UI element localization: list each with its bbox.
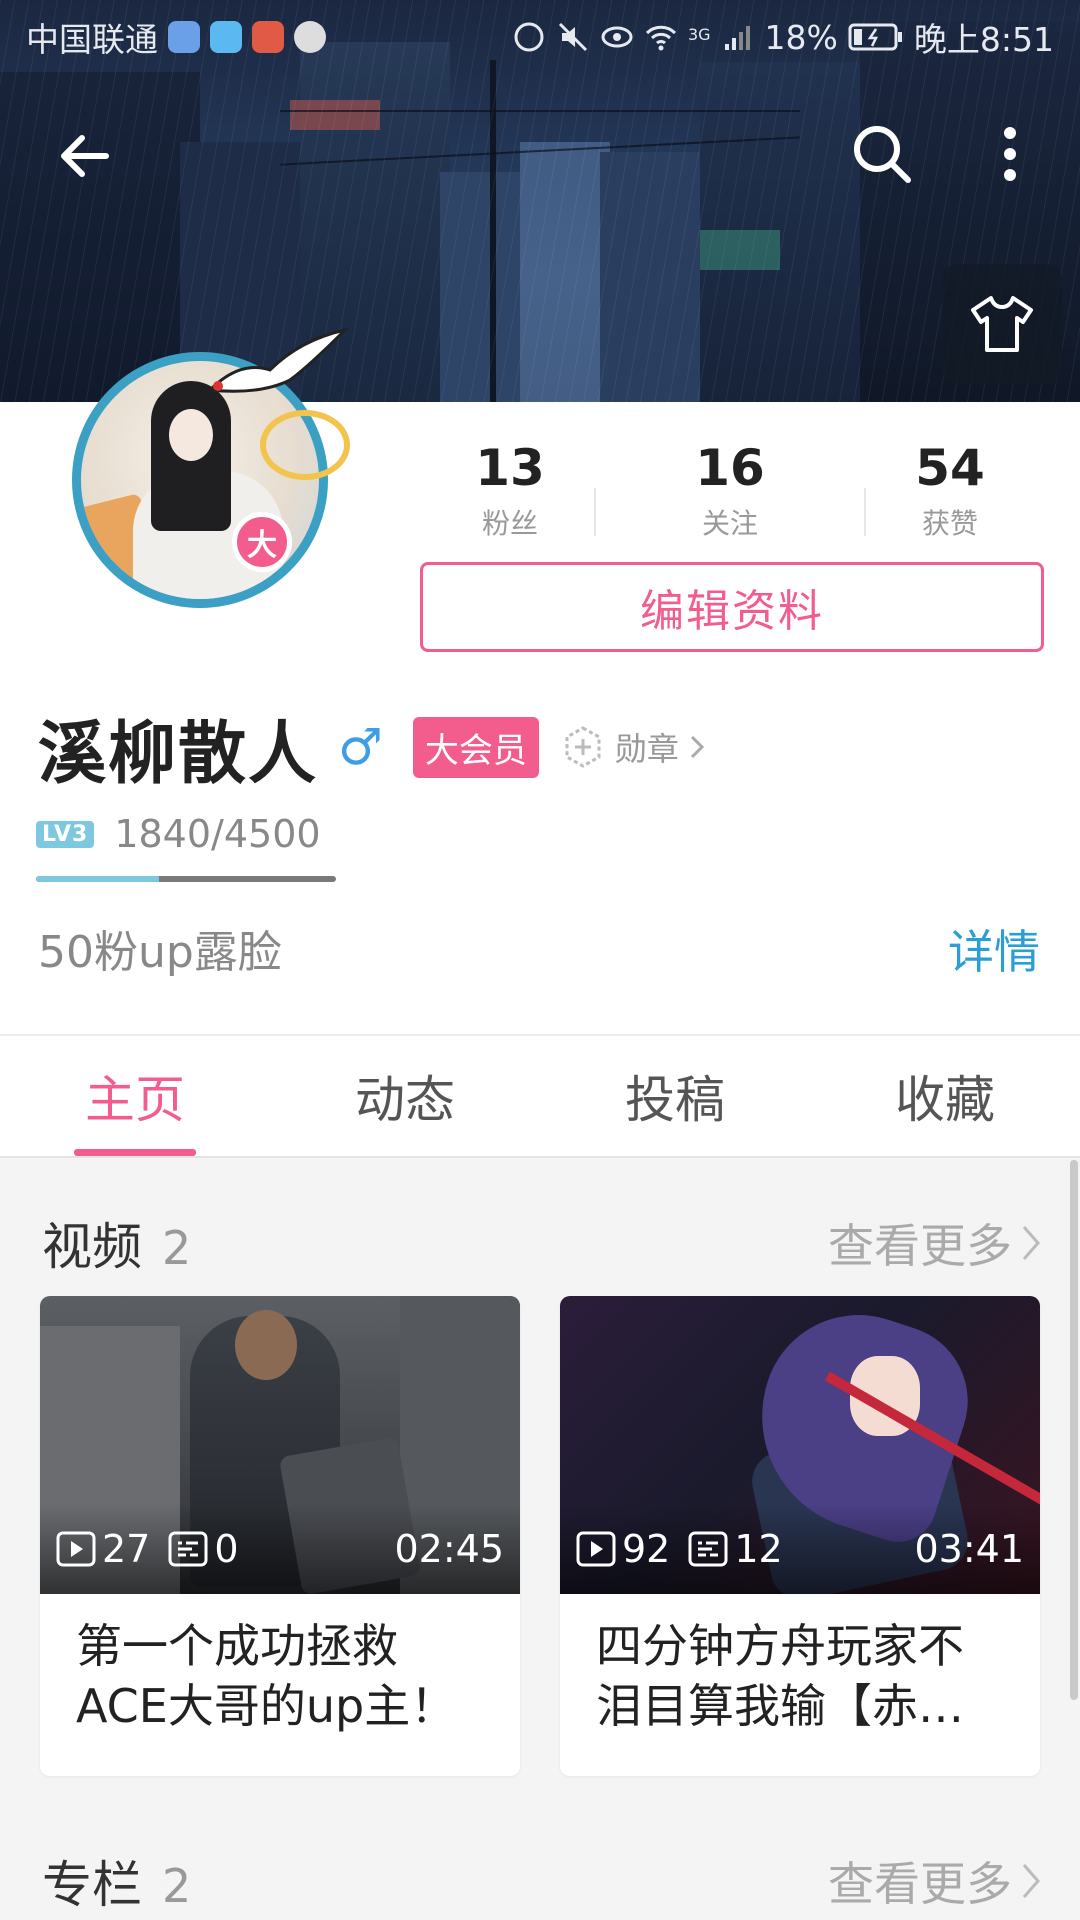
videos-section-header: 视频 2 查看更多 [42, 1208, 1042, 1278]
danmaku-icon [688, 1531, 728, 1567]
tab-home[interactable]: 主页 [0, 1036, 270, 1156]
medal-label: 勋章 [614, 730, 679, 768]
chevron-right-icon [1022, 1864, 1040, 1898]
stat-followers[interactable]: 13 粉丝 [400, 438, 620, 548]
video-thumbnail: 92 12 03:41 [560, 1296, 1040, 1594]
stat-following[interactable]: 16 关注 [620, 438, 840, 548]
more-vertical-icon [1004, 127, 1016, 181]
video-title: 第一个成功拯救ACE大哥的up主！ [76, 1619, 457, 1733]
app-notification-icon [252, 21, 284, 53]
name-row: 溪柳散人 ♂ 大会员 勋章 [38, 702, 705, 794]
play-count-icon [576, 1531, 616, 1567]
tshirt-icon [971, 296, 1033, 352]
play-count: 27 [102, 1527, 151, 1571]
tab-submissions[interactable]: 投稿 [540, 1036, 810, 1156]
app-notification-icon [294, 21, 326, 53]
app-notification-icon [210, 21, 242, 53]
articles-section-title: 专栏 [42, 1856, 142, 1914]
stat-divider [864, 488, 866, 536]
back-button[interactable] [48, 120, 120, 192]
gender-male-icon: ♂ [338, 718, 383, 776]
avatar-vip-badge: 大 [232, 512, 292, 572]
danmaku-count: 0 [214, 1527, 239, 1571]
scrollbar[interactable] [1070, 1160, 1078, 1700]
edit-profile-button[interactable]: 编辑资料 [420, 562, 1044, 652]
following-count: 16 [695, 439, 765, 497]
clock: 晚上8:51 [913, 20, 1054, 59]
followers-label: 粉丝 [481, 507, 538, 540]
search-icon [854, 126, 911, 183]
avatar[interactable]: 大 [50, 327, 350, 630]
videos-see-more-link[interactable]: 查看更多 [828, 1210, 1042, 1276]
likes-count: 54 [915, 439, 985, 497]
following-label: 关注 [701, 507, 758, 540]
see-more-label: 查看更多 [828, 1219, 1012, 1273]
level-row[interactable]: LV3 1840/4500 [36, 812, 321, 856]
carrier-label: 中国联通 [26, 20, 158, 59]
search-button[interactable] [846, 118, 918, 190]
play-count: 92 [622, 1527, 671, 1571]
danmaku-icon [168, 1531, 208, 1567]
mute-icon [558, 22, 588, 52]
details-link[interactable]: 详情 [948, 916, 1040, 982]
status-bar: 中国联通 3G 18% 晚上8:51 [0, 0, 1080, 74]
cloud-decoration-icon [260, 410, 350, 480]
video-card[interactable]: 27 0 02:45 第一个成功拯救ACE大哥的up主！ [40, 1296, 520, 1776]
video-thumbnail: 27 0 02:45 [40, 1296, 520, 1594]
articles-section-count: 2 [162, 1859, 192, 1913]
videos-section-count: 2 [162, 1221, 192, 1275]
tab-favorites[interactable]: 收藏 [810, 1036, 1080, 1156]
profile-bio: 50粉up露脸 [38, 927, 282, 978]
network-type-label: 3G [687, 25, 711, 44]
back-arrow-icon [61, 135, 109, 177]
danmaku-count: 12 [734, 1527, 783, 1571]
signal-icon [724, 26, 750, 50]
see-more-label: 查看更多 [828, 1857, 1012, 1911]
medal-link[interactable]: 勋章 [561, 724, 705, 770]
crane-decoration-icon [206, 327, 350, 393]
stat-likes[interactable]: 54 获赞 [840, 438, 1060, 548]
video-stats-overlay: 92 12 03:41 [560, 1504, 1040, 1594]
stat-divider [594, 488, 596, 536]
articles-section-header: 专栏 2 查看更多 [42, 1846, 1042, 1916]
more-options-button[interactable] [986, 118, 1034, 190]
eye-comfort-icon [601, 26, 633, 48]
experience-progress-bar [36, 876, 336, 882]
videos-section-title: 视频 [42, 1218, 142, 1276]
vip-badge[interactable]: 大会员 [412, 716, 539, 778]
articles-see-more-link[interactable]: 查看更多 [828, 1848, 1042, 1914]
video-title: 四分钟方舟玩家不泪目算我输【赤… [596, 1619, 964, 1733]
battery-percent: 18% [764, 17, 838, 57]
followers-count: 13 [475, 439, 545, 497]
medal-icon [565, 726, 601, 768]
tab-activity[interactable]: 动态 [270, 1036, 540, 1156]
video-duration: 02:45 [394, 1527, 504, 1571]
username: 溪柳散人 [38, 714, 319, 794]
profile-stats: 13 粉丝 16 关注 54 获赞 [400, 438, 1060, 548]
dress-up-button[interactable] [942, 264, 1062, 384]
likes-label: 获赞 [921, 507, 978, 540]
level-badge: LV3 [36, 820, 95, 848]
play-count-icon [56, 1531, 96, 1567]
experience-text: 1840/4500 [114, 812, 321, 856]
video-stats-overlay: 27 0 02:45 [40, 1504, 520, 1594]
battery-icon [848, 23, 902, 51]
video-duration: 03:41 [914, 1527, 1024, 1571]
video-card[interactable]: 92 12 03:41 四分钟方舟玩家不泪目算我输【赤… [560, 1296, 1040, 1776]
data-saver-icon [514, 22, 544, 52]
wifi-icon [645, 25, 677, 51]
chevron-right-icon [1022, 1226, 1040, 1260]
profile-tabs: 主页 动态 投稿 收藏 [0, 1034, 1080, 1158]
experience-progress-fill [36, 876, 159, 882]
app-notification-icon [168, 21, 200, 53]
chevron-right-icon [690, 735, 704, 759]
